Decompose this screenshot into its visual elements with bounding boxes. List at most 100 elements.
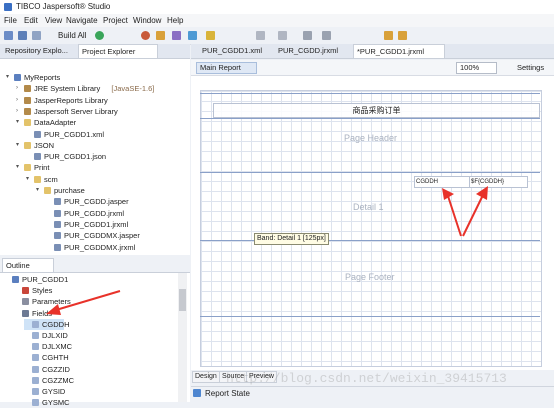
tab-pur-cgdd1-jrxml[interactable]: *PUR_CGDD1.jrxml xyxy=(353,44,445,58)
run-icon[interactable] xyxy=(95,31,104,40)
tab-label: Repository Explo... xyxy=(5,46,68,55)
outline-item-label: CGDDH xyxy=(42,319,70,329)
project-tree-item-label: PUR_CGDD1.jrxml xyxy=(64,219,129,229)
save-all-icon[interactable] xyxy=(32,31,41,40)
folder-icon xyxy=(24,164,31,172)
project-tree-item-label: MyReports xyxy=(24,73,61,82)
tab-pur-cgdd1-xml[interactable]: PUR_CGDD1.xml xyxy=(199,44,275,57)
back-icon[interactable] xyxy=(303,31,312,40)
undo-icon[interactable] xyxy=(384,31,393,40)
chevron-down-icon[interactable]: ▾ xyxy=(6,74,11,80)
wand-icon[interactable] xyxy=(206,31,215,40)
outline-item-label: PUR_CGDD1 xyxy=(22,275,69,284)
chevron-down-icon[interactable]: ▾ xyxy=(16,164,21,170)
project-tree-item-label: scm xyxy=(44,174,58,184)
chevron-right-icon[interactable] xyxy=(26,132,31,137)
redo-icon[interactable] xyxy=(398,31,407,40)
styles-icon xyxy=(22,287,29,295)
title-bar: TIBCO Jaspersoft® Studio xyxy=(0,0,554,14)
menu-view[interactable]: View xyxy=(45,16,62,25)
menu-file[interactable]: File xyxy=(4,16,17,25)
folder-icon xyxy=(24,141,31,149)
page-header-band-label: Page Header xyxy=(344,133,398,143)
chevron-down-icon[interactable]: ▾ xyxy=(26,176,31,182)
outline-item-label: CGZZID xyxy=(42,364,70,374)
datasource-icon[interactable] xyxy=(172,31,181,40)
report-state-tab[interactable]: Report State xyxy=(205,389,250,398)
field-icon xyxy=(32,399,39,407)
nav-icon[interactable] xyxy=(278,31,287,40)
build-all-button[interactable]: Build All xyxy=(58,31,86,40)
report-title-textbox[interactable]: 商品采购订单 xyxy=(213,103,540,118)
menu-window[interactable]: Window xyxy=(133,16,161,25)
menu-help[interactable]: Help xyxy=(167,16,183,25)
project-icon xyxy=(14,74,21,81)
left-top-tabbar: Repository Explo... Project Explorer xyxy=(0,44,190,59)
field-icon xyxy=(32,376,39,384)
outline-item[interactable]: CGDDH xyxy=(24,318,70,330)
field-icon xyxy=(32,332,39,339)
zoom-select[interactable]: 100% xyxy=(456,62,497,74)
file-icon xyxy=(54,220,61,228)
file-icon xyxy=(34,130,41,138)
chevron-down-icon[interactable]: ▾ xyxy=(16,142,21,148)
tab-label: PUR_CGDD.jrxml xyxy=(278,46,338,55)
search-icon[interactable] xyxy=(256,31,265,40)
chevron-right-icon[interactable] xyxy=(46,222,51,227)
tool-icon[interactable] xyxy=(156,31,165,40)
folder-icon xyxy=(24,119,31,127)
main-report-label: Main Report xyxy=(200,63,241,72)
file-icon xyxy=(54,243,61,251)
chevron-right-icon[interactable]: › xyxy=(16,97,21,103)
tab-repository-explorer[interactable]: Repository Explo... xyxy=(2,44,80,57)
chevron-down-icon[interactable]: ▾ xyxy=(36,187,41,193)
watermark-text: http://blog.csdn.net/weixin_39415713 xyxy=(226,371,507,386)
chevron-right-icon[interactable]: › xyxy=(16,108,21,114)
tab-pur-cgdd-jrxml[interactable]: PUR_CGDD.jrxml xyxy=(275,44,353,57)
outline-item-label: GYSID xyxy=(42,387,66,396)
outline-tabbar: Outline xyxy=(0,258,190,273)
main-report-button[interactable]: Main Report xyxy=(196,62,257,74)
page-footer-band-line xyxy=(200,316,540,317)
scroll-thumb[interactable] xyxy=(179,289,186,311)
editor-toolbar: Main Report 100% Settings xyxy=(191,60,554,76)
new-icon[interactable] xyxy=(4,31,13,40)
tab-project-explorer[interactable]: Project Explorer xyxy=(78,44,158,58)
project-tree-item-label: PUR_CGDD.jrxml xyxy=(64,208,124,218)
report-icon xyxy=(12,276,19,283)
menu-edit[interactable]: Edit xyxy=(24,16,38,25)
report-state-panel: Report State xyxy=(191,386,554,403)
settings-button[interactable]: Settings xyxy=(517,63,544,72)
tab-label: Project Explorer xyxy=(82,47,136,56)
field-icon xyxy=(32,343,39,351)
arrow-to-field-shaft xyxy=(462,194,484,237)
forward-icon[interactable] xyxy=(322,31,331,40)
chevron-right-icon[interactable] xyxy=(46,199,51,204)
parameters-icon xyxy=(22,298,29,306)
chevron-right-icon[interactable] xyxy=(46,233,51,238)
library-icon xyxy=(24,96,31,104)
chevron-down-icon[interactable]: ▾ xyxy=(16,119,21,125)
project-tree-item-label: PUR_CGDDMX.jasper xyxy=(64,231,140,241)
field-icon xyxy=(32,320,39,328)
chevron-right-icon[interactable] xyxy=(46,245,51,250)
project-tree-item-label: JRE System Library xyxy=(34,84,101,94)
menu-project[interactable]: Project xyxy=(103,16,128,25)
save-icon[interactable] xyxy=(18,31,27,40)
chevron-right-icon[interactable] xyxy=(46,211,51,216)
project-tree-item-label: PUR_CGDD.jasper xyxy=(64,197,129,207)
chevron-right-icon[interactable]: › xyxy=(16,85,21,91)
chevron-right-icon[interactable] xyxy=(26,154,31,159)
tab-outline[interactable]: Outline xyxy=(2,258,54,272)
folder-icon xyxy=(34,175,41,183)
menu-navigate[interactable]: Navigate xyxy=(66,16,98,25)
outline-scrollbar[interactable] xyxy=(178,273,187,402)
file-icon xyxy=(54,209,61,217)
project-tree-item-label: PUR_CGDD1.json xyxy=(44,152,107,162)
publish-icon[interactable] xyxy=(188,31,197,40)
project-tree-item-label: DataAdapter xyxy=(34,118,77,128)
app-logo-icon xyxy=(4,3,12,11)
tab-design[interactable]: Design xyxy=(192,371,220,383)
debug-icon[interactable] xyxy=(141,31,150,40)
outline-item-label: CGHTH xyxy=(42,353,69,363)
